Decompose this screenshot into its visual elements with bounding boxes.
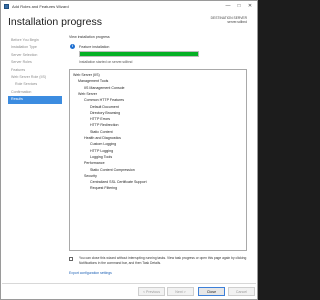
note-icon — [69, 257, 73, 261]
result-item: HTTP Logging — [90, 148, 114, 153]
result-item: Default Document — [90, 104, 119, 109]
previous-button[interactable]: < Previous — [138, 287, 165, 296]
wizard-window: Add Roles and Features Wizard — □ ✕ Inst… — [0, 0, 258, 300]
result-item: HTTP Errors — [90, 117, 111, 122]
destination-server: DESTINATION SERVER server.sdlbnd — [211, 16, 247, 24]
sidebar-item[interactable]: Confirmation — [8, 89, 62, 96]
wizard-nav: Before You Begin Installation Type Server … — [8, 37, 62, 104]
result-item: Management Tools — [78, 79, 109, 84]
result-item: Security — [84, 173, 97, 178]
result-item: IIS Management Console — [84, 85, 125, 90]
view-progress-label: View installation progress — [69, 35, 110, 39]
result-item: Health and Diagnostics — [84, 136, 121, 140]
results-list[interactable]: Web Server (IIS) Management Tools IIS Mana… — [69, 69, 247, 251]
title-bar: Add Roles and Features Wizard — □ ✕ — [1, 1, 257, 12]
close-button[interactable]: Close — [198, 287, 225, 296]
result-item: Request Filtering — [90, 186, 118, 191]
result-item: Static Content — [90, 129, 113, 134]
result-item: Web Server — [78, 91, 97, 96]
next-button[interactable]: Next > — [167, 287, 194, 296]
sidebar-item[interactable]: Server Roles — [8, 59, 62, 66]
footer-divider — [2, 283, 256, 284]
sidebar-item[interactable]: Results — [8, 96, 62, 104]
cancel-button[interactable]: Cancel — [228, 287, 255, 296]
result-item: Performance — [84, 161, 105, 166]
close-note-text: You can close this wizard without interr… — [79, 256, 247, 265]
info-icon: i — [70, 44, 75, 49]
close-icon[interactable]: ✕ — [245, 3, 255, 10]
progress-area: View installation progress i Feature ins… — [69, 35, 251, 64]
sidebar-item[interactable]: Server Selection — [8, 52, 62, 59]
sidebar-item[interactable]: Before You Begin — [8, 37, 62, 44]
progress-bar — [79, 51, 199, 57]
result-item: Common HTTP Features — [84, 98, 125, 103]
maximize-icon[interactable]: □ — [234, 3, 244, 10]
result-item: Directory Browsing — [90, 110, 121, 115]
result-item: Logging Tools — [90, 154, 113, 159]
sidebar-item[interactable]: Installation Type — [8, 44, 62, 51]
page-title: Installation progress — [8, 16, 102, 28]
result-item: HTTP Redirection — [90, 123, 119, 128]
window-title: Add Roles and Features Wizard — [12, 4, 69, 9]
export-settings-link[interactable]: Export configuration settings — [69, 271, 112, 275]
result-item: Web Server (IIS) — [73, 73, 100, 77]
sidebar-item[interactable]: Web Server Role (IIS) — [8, 74, 62, 81]
result-item: Custom Logging — [90, 142, 117, 147]
sidebar-item[interactable]: Role Services — [8, 81, 62, 88]
sidebar-item[interactable]: Features — [8, 67, 62, 74]
install-status: Feature installation — [79, 44, 110, 49]
result-item: Static Content Compression — [90, 167, 135, 172]
progress-bar-fill — [80, 52, 198, 56]
minimize-icon[interactable]: — — [223, 3, 233, 10]
destination-server-name: server.sdlbnd — [227, 20, 247, 24]
app-icon — [4, 4, 9, 9]
result-item: Centralized SSL Certificate Support — [90, 180, 147, 185]
install-note: Installation started on server.sdlbnd — [79, 59, 133, 64]
